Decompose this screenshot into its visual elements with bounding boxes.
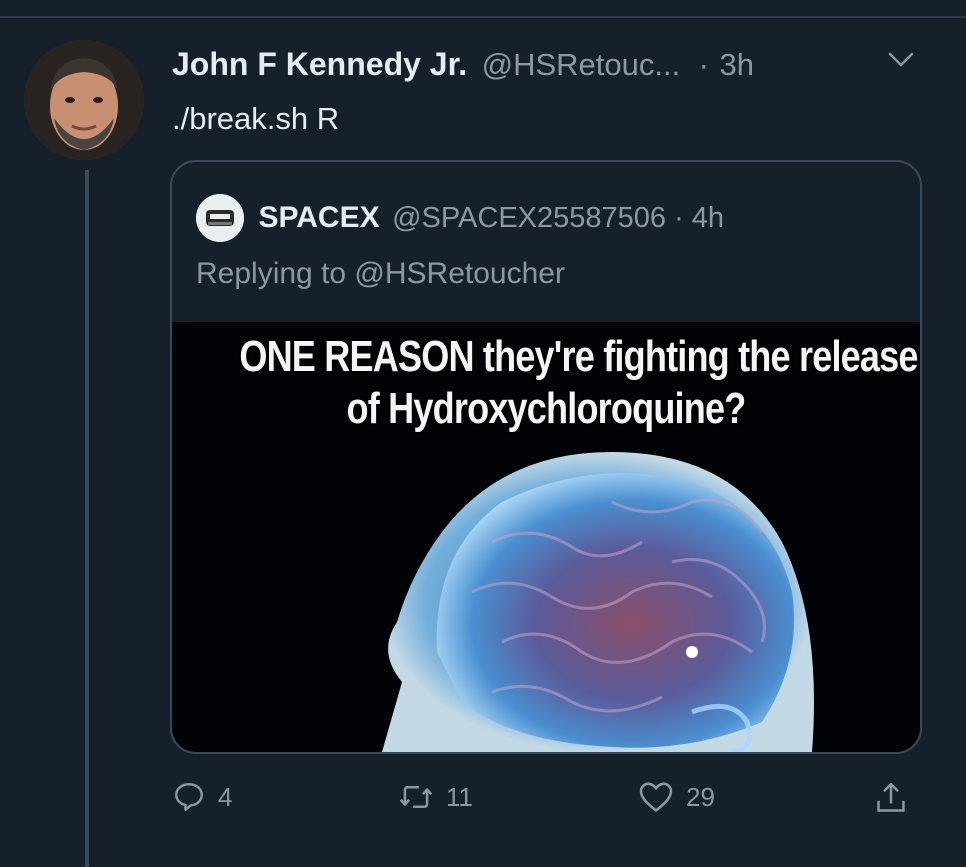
reply-button[interactable]: 4	[172, 780, 232, 814]
author-name[interactable]: John F Kennedy Jr.	[172, 46, 467, 82]
tweet-time[interactable]: 3h	[719, 47, 753, 82]
replying-to-line: Replying to @HSRetoucher	[196, 257, 565, 290]
share-icon	[877, 782, 905, 812]
thread-line	[85, 170, 89, 867]
separator-dot: ·	[698, 47, 709, 82]
quoted-author-avatar	[196, 194, 244, 242]
quoted-tweet[interactable]: SPACEX @SPACEX25587506 · 4h Replying to …	[170, 160, 922, 754]
meme-caption-line-1: ONE REASON they're fighting the release	[239, 332, 918, 381]
quoted-tweet-header: SPACEX @SPACEX25587506 · 4h	[196, 194, 724, 242]
quoted-author-name: SPACEX	[258, 201, 380, 234]
chevron-down-icon[interactable]	[888, 52, 914, 68]
retweet-count: 11	[446, 781, 473, 812]
author-handle[interactable]: @HSRetouc...	[482, 47, 681, 82]
heart-icon	[639, 782, 673, 812]
tweet-actions: 4 11 29	[172, 780, 932, 820]
retweet-icon	[399, 786, 433, 808]
tweet-text: ./break.sh R	[172, 101, 340, 136]
retweet-button[interactable]: 11	[398, 780, 473, 814]
like-button[interactable]: 29	[638, 780, 715, 814]
reply-count: 4	[218, 781, 233, 812]
share-button[interactable]	[874, 780, 908, 816]
quoted-author-handle: @SPACEX25587506 · 4h	[392, 201, 725, 234]
meme-caption-line-2: of Hydroxychloroquine?	[346, 384, 747, 433]
tweet-header: John F Kennedy Jr. @HSRetouc... · 3h	[172, 46, 754, 83]
author-avatar[interactable]	[24, 40, 144, 160]
reply-bubble-icon	[175, 783, 203, 811]
like-count: 29	[686, 781, 715, 812]
top-divider	[0, 16, 966, 18]
meme-image[interactable]: ONE REASON they're fighting the release …	[172, 322, 920, 752]
